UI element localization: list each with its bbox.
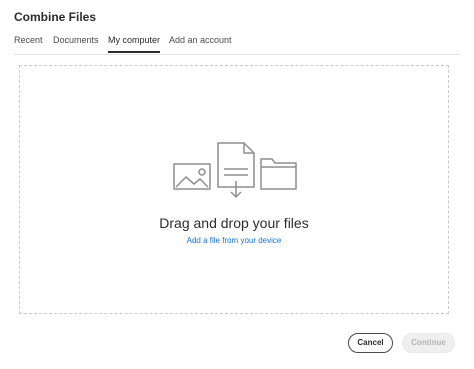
cancel-button[interactable]: Cancel: [348, 333, 393, 353]
file-dropzone[interactable]: Drag and drop your files Add a file from…: [19, 65, 449, 314]
document-download-icon: [217, 142, 255, 199]
dialog-title: Combine Files: [14, 10, 97, 24]
tab-recent[interactable]: Recent: [14, 34, 43, 53]
tab-my-computer[interactable]: My computer: [108, 34, 161, 53]
combine-files-dialog: Combine Files Recent Documents My comput…: [0, 0, 474, 369]
folder-icon: [260, 158, 297, 190]
tab-documents[interactable]: Documents: [53, 34, 99, 53]
tab-bar: Recent Documents My computer Add an acco…: [14, 34, 460, 55]
image-icon: [173, 163, 211, 190]
dropzone-illustration: [173, 142, 297, 199]
dropzone-title: Drag and drop your files: [159, 215, 309, 231]
add-file-link[interactable]: Add a file from your device: [20, 236, 448, 245]
continue-button[interactable]: Continue: [402, 333, 455, 353]
tab-add-an-account[interactable]: Add an account: [169, 34, 232, 53]
